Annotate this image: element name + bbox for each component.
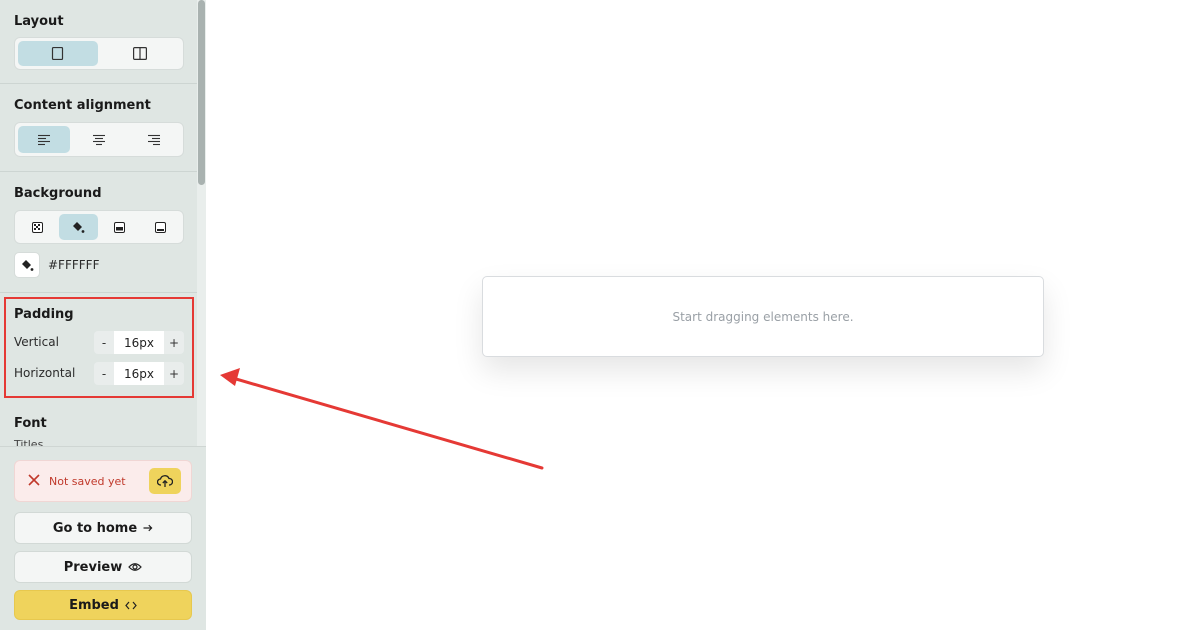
background-color-swatch[interactable] — [14, 252, 40, 278]
align-left-button[interactable] — [18, 126, 70, 153]
alignment-selector — [14, 122, 184, 157]
vertical-padding-value[interactable]: 16px — [114, 331, 164, 354]
image-top-icon — [114, 221, 126, 233]
preview-button[interactable]: Preview — [14, 551, 192, 583]
arrow-right-icon — [143, 524, 153, 532]
background-selector — [14, 210, 184, 244]
horizontal-padding-label: Horizontal — [14, 366, 76, 380]
settings-scroll-area: Layout Content alignment Background #FFF… — [0, 0, 197, 446]
save-button[interactable] — [149, 468, 181, 494]
code-icon — [125, 601, 137, 609]
vertical-decrease-button[interactable]: - — [94, 331, 114, 354]
divider — [0, 171, 197, 172]
scrollbar-thumb[interactable] — [198, 0, 205, 185]
preview-label: Preview — [63, 559, 123, 575]
save-status-banner: Not saved yet — [14, 460, 192, 502]
horizontal-padding-stepper: - 16px + — [94, 362, 184, 385]
background-color-button[interactable] — [59, 214, 98, 240]
vertical-increase-button[interactable]: + — [164, 331, 184, 354]
vertical-padding-label: Vertical — [14, 335, 59, 349]
sidebar: Layout Content alignment Background #FFF… — [0, 0, 206, 630]
align-center-icon — [93, 134, 105, 145]
drop-zone-placeholder: Start dragging elements here. — [672, 309, 854, 324]
single-column-icon — [52, 47, 64, 60]
horizontal-increase-button[interactable]: + — [164, 362, 184, 385]
paint-bucket-icon — [21, 259, 33, 271]
embed-button[interactable]: Embed — [14, 590, 192, 620]
horizontal-decrease-button[interactable]: - — [94, 362, 114, 385]
pattern-icon — [31, 221, 43, 233]
align-left-icon — [38, 134, 50, 145]
embed-label: Embed — [69, 597, 119, 613]
paint-bucket-icon — [72, 221, 85, 233]
drop-zone[interactable]: Start dragging elements here. — [482, 276, 1044, 357]
layout-title: Layout — [14, 14, 64, 29]
font-title: Font — [14, 416, 47, 431]
background-image-top-button[interactable] — [101, 214, 139, 240]
content-alignment-title: Content alignment — [14, 98, 151, 113]
divider — [0, 292, 197, 293]
close-icon — [28, 474, 40, 486]
background-color-value[interactable]: #FFFFFF — [48, 258, 99, 272]
layout-two-column-button[interactable] — [101, 41, 181, 66]
two-column-icon — [133, 47, 148, 60]
cloud-upload-icon — [157, 475, 173, 487]
layout-selector — [14, 37, 184, 70]
go-to-home-button[interactable]: Go to home — [14, 512, 192, 544]
background-pattern-button[interactable] — [18, 214, 56, 240]
layout-single-button[interactable] — [18, 41, 98, 66]
font-titles-label: Titles — [14, 438, 44, 446]
go-to-home-label: Go to home — [52, 520, 138, 536]
sidebar-scrollbar[interactable] — [197, 0, 206, 446]
horizontal-padding-value[interactable]: 16px — [114, 362, 164, 385]
eye-icon — [128, 563, 143, 571]
align-center-button[interactable] — [73, 126, 125, 153]
divider — [0, 83, 197, 84]
align-right-icon — [148, 134, 160, 145]
background-title: Background — [14, 186, 102, 201]
align-right-button[interactable] — [128, 126, 180, 153]
background-image-bottom-button[interactable] — [142, 214, 180, 240]
vertical-padding-stepper: - 16px + — [94, 331, 184, 354]
background-color-row: #FFFFFF — [14, 252, 99, 278]
padding-title: Padding — [14, 307, 74, 322]
image-bottom-icon — [155, 221, 167, 233]
save-status-text: Not saved yet — [49, 475, 126, 488]
